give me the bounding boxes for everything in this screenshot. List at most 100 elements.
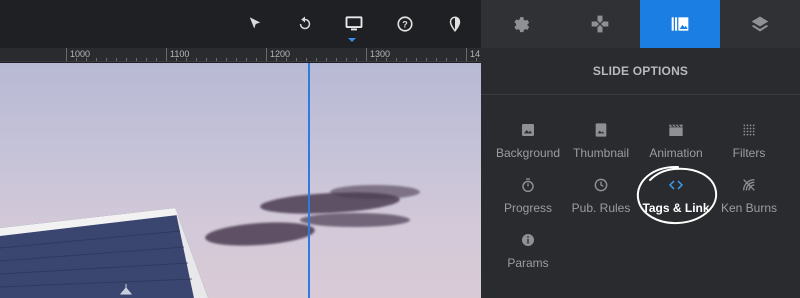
ruler-tick	[476, 58, 477, 61]
ruler-tick	[296, 58, 297, 61]
ruler-tick	[76, 58, 77, 61]
ruler-tick	[446, 58, 447, 61]
ruler-tick	[286, 58, 287, 61]
ruler-tick	[356, 58, 357, 61]
ruler-tick	[336, 58, 337, 61]
ruler-tick	[176, 58, 177, 61]
option-animation[interactable]: Animation	[635, 119, 717, 169]
panel-tabs	[481, 0, 800, 48]
ruler-tick	[426, 58, 427, 61]
ruler-tick	[186, 58, 187, 61]
ruler-tick	[166, 48, 167, 61]
option-label: Pub. Rules	[571, 201, 631, 215]
portrait-icon	[595, 123, 607, 137]
ruler-tick	[466, 48, 467, 61]
tab-general-settings[interactable]	[481, 0, 560, 48]
ruler-label: 14	[470, 49, 481, 59]
editor-toolbar: ?	[0, 0, 481, 48]
image-icon	[522, 124, 534, 136]
option-label: Thumbnail	[572, 146, 630, 160]
slide-canvas[interactable]	[0, 63, 481, 298]
ruler-label: 1300	[370, 49, 391, 59]
option-label: Animation	[649, 146, 703, 160]
lamp-image	[119, 284, 133, 295]
option-thumbnail[interactable]: Thumbnail	[560, 119, 642, 169]
signal-icon	[743, 179, 755, 191]
option-label: Background	[495, 146, 561, 160]
ruler-tick	[86, 58, 87, 61]
ruler-tick	[246, 58, 247, 61]
option-pub-rules[interactable]: Pub. Rules	[560, 174, 642, 224]
option-tags-link[interactable]: Tags & Link	[635, 174, 717, 224]
contrast-button[interactable]	[435, 0, 475, 48]
code-icon	[668, 180, 684, 190]
ruler-label: 1200	[270, 49, 291, 59]
desktop-icon	[345, 16, 363, 31]
ruler-tick	[136, 58, 137, 61]
ruler-tick	[366, 48, 367, 61]
slide-options-panel: SLIDE OPTIONS Background Thumbnail Anima…	[481, 0, 800, 298]
cursor-button[interactable]	[235, 0, 275, 48]
ruler-tick	[436, 58, 437, 61]
grid-dots-icon	[743, 124, 755, 136]
ruler-tick	[146, 58, 147, 61]
ruler-tick	[406, 58, 407, 61]
gear-icon	[513, 17, 529, 33]
ruler-tick	[416, 58, 417, 61]
help-icon: ?	[397, 16, 413, 32]
tab-slide-options[interactable]	[640, 0, 720, 48]
ruler-tick	[236, 58, 237, 61]
ruler-tick	[376, 58, 377, 61]
option-label: Tags & Link	[642, 201, 710, 215]
contrast-icon	[449, 16, 461, 32]
horizontal-ruler: 1000 1100 1200 1300 14	[0, 48, 481, 62]
ruler-tick	[276, 58, 277, 61]
ruler-tick	[216, 58, 217, 61]
option-filters[interactable]: Filters	[708, 119, 790, 169]
option-background[interactable]: Background	[487, 119, 569, 169]
cloud-shape	[204, 219, 316, 249]
layers-icon	[751, 16, 769, 32]
stopwatch-icon	[522, 178, 534, 193]
panel-title: SLIDE OPTIONS	[592, 64, 689, 78]
ruler-tick	[306, 58, 307, 61]
ruler-tick	[66, 48, 67, 61]
tab-navigation[interactable]	[560, 0, 640, 48]
ruler-tick	[316, 58, 317, 61]
tab-layers[interactable]	[720, 0, 800, 48]
ruler-tick	[456, 58, 457, 61]
ruler-tick	[256, 58, 257, 61]
ruler-tick	[156, 58, 157, 61]
ruler-tick	[106, 58, 107, 61]
editor-area: ? 1000 1100 1200 1300 14	[0, 0, 481, 298]
cloud-shape	[330, 185, 420, 199]
option-progress[interactable]: Progress	[487, 174, 569, 224]
active-view-indicator	[348, 38, 356, 42]
cloud-shape	[300, 213, 410, 227]
ruler-tick	[326, 58, 327, 61]
vertical-guide-line[interactable]	[308, 63, 310, 298]
help-button[interactable]: ?	[385, 0, 425, 48]
option-label: Params	[507, 256, 549, 270]
undo-button[interactable]	[285, 0, 325, 48]
ruler-tick	[266, 48, 267, 61]
undo-icon	[299, 16, 311, 30]
ruler-tick	[206, 58, 207, 61]
ruler-tick	[126, 58, 127, 61]
slides-icon	[671, 17, 689, 31]
svg-text:?: ?	[402, 19, 408, 29]
ruler-tick	[116, 58, 117, 61]
ruler-tick	[96, 58, 97, 61]
clapper-icon	[669, 124, 683, 136]
option-params[interactable]: Params	[487, 229, 569, 279]
house-roof-image	[0, 208, 209, 298]
option-ken-burns[interactable]: Ken Burns	[708, 174, 790, 224]
option-label: Ken Burns	[720, 201, 778, 215]
divider	[481, 94, 800, 95]
ruler-tick	[226, 58, 227, 61]
ruler-tick	[346, 58, 347, 61]
clock-icon	[594, 178, 608, 192]
ruler-tick	[396, 58, 397, 61]
ruler-tick	[196, 58, 197, 61]
ruler-tick	[386, 58, 387, 61]
